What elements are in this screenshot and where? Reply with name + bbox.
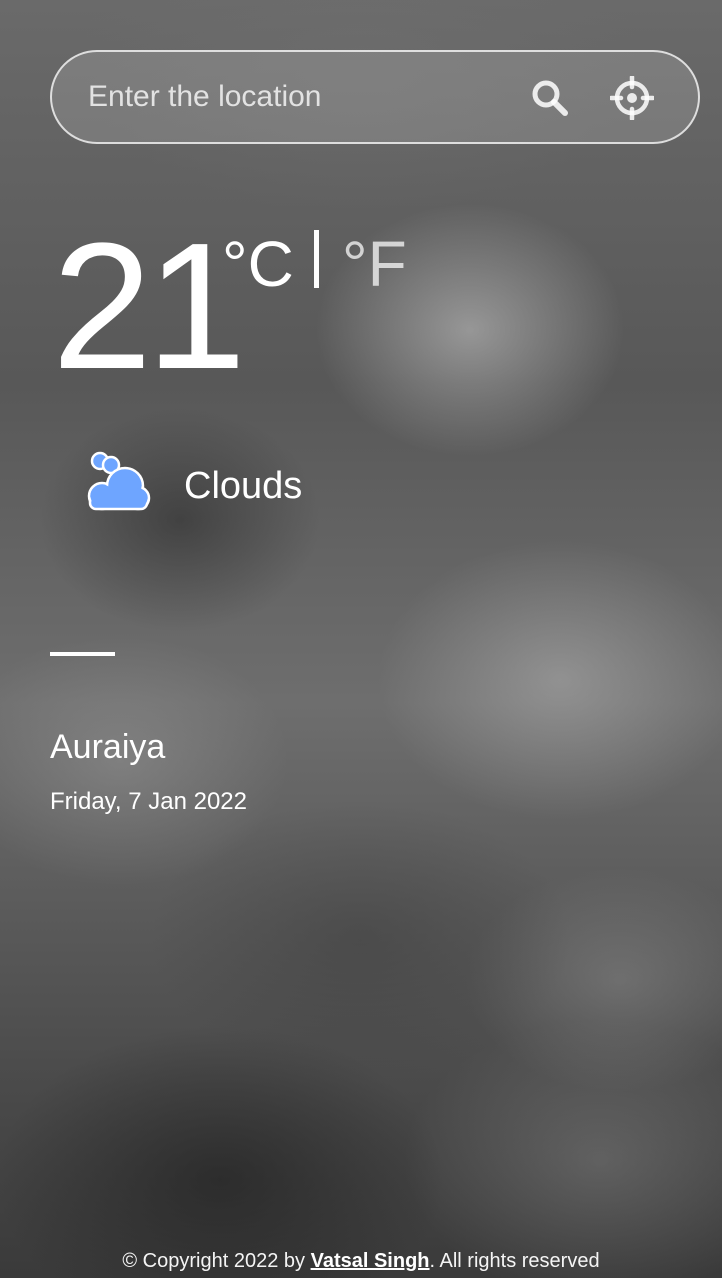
weather-condition: Clouds (184, 465, 303, 507)
temperature-value: 21 (52, 206, 246, 407)
crosshair-icon[interactable] (610, 76, 654, 120)
footer: © Copyright 2022 by Vatsal Singh. All ri… (0, 1247, 722, 1275)
current-date: Friday, 7 Jan 2022 (50, 788, 248, 815)
city-name: Auraiya (50, 728, 166, 766)
location-search-input[interactable] (88, 74, 508, 120)
cloud-icon (80, 448, 154, 514)
celsius-toggle[interactable]: °C (222, 224, 294, 304)
footer-copyright: © Copyright 2022 by (122, 1250, 311, 1272)
footer-rights: . All rights reserved (429, 1250, 600, 1272)
unit-separator (314, 230, 319, 288)
divider (50, 652, 115, 656)
search-bar (50, 50, 700, 144)
author-link[interactable]: Vatsal Singh (311, 1250, 430, 1272)
search-icon[interactable] (528, 76, 572, 120)
fahrenheit-toggle[interactable]: °F (342, 224, 407, 304)
